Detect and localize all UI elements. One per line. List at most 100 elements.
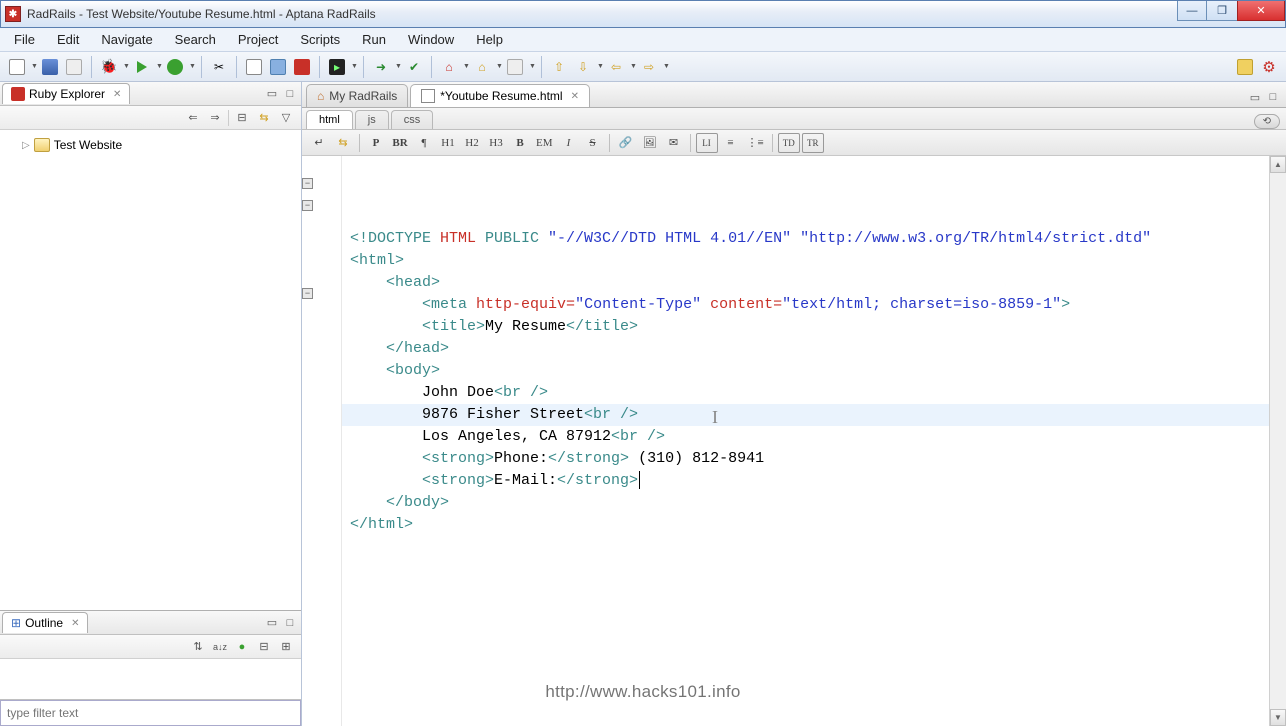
up-arrow-icon[interactable]: ⇧ (548, 56, 570, 78)
h3-button[interactable]: H3 (485, 133, 507, 153)
project-tree[interactable]: ▷ Test Website (0, 130, 301, 610)
outline-tab[interactable]: ⊞ Outline ✕ (2, 612, 88, 633)
li-icon[interactable]: LI (696, 133, 718, 153)
expand-icon[interactable]: ⊞ (277, 638, 295, 656)
code-editor[interactable]: − − − <!DOCTYPE HTML PUBLIC "-//W3C//DTD… (302, 156, 1286, 726)
menu-search[interactable]: Search (165, 29, 226, 50)
link-icon[interactable]: ⇆ (255, 109, 273, 127)
collapse-icon[interactable]: ⊟ (255, 638, 273, 656)
run-button[interactable] (131, 56, 153, 78)
minimize-button[interactable]: — (1177, 1, 1207, 21)
fold-icon[interactable]: − (302, 178, 313, 189)
perspective-icon[interactable] (1234, 56, 1256, 78)
print-button[interactable] (63, 56, 85, 78)
new-button[interactable] (6, 56, 28, 78)
mail-icon[interactable]: ✉ (663, 133, 685, 153)
tr-button[interactable]: TR (802, 133, 824, 153)
expand-icon[interactable]: ▷ (22, 140, 30, 151)
subtab-css[interactable]: css (391, 110, 434, 129)
menu-project[interactable]: Project (228, 29, 288, 50)
close-button[interactable]: ✕ (1237, 1, 1285, 21)
bold-button[interactable]: B (509, 133, 531, 153)
strike-button[interactable]: S (582, 133, 604, 153)
dropdown-icon[interactable]: ▼ (496, 63, 502, 70)
minimize-view-icon[interactable]: ▭ (265, 616, 279, 630)
italic-button[interactable]: I (558, 133, 580, 153)
vertical-scrollbar[interactable]: ▲ ▼ (1269, 156, 1286, 726)
dropdown-icon[interactable]: ▼ (663, 63, 669, 70)
dropdown-icon[interactable]: ▼ (31, 63, 37, 70)
minimize-view-icon[interactable]: ▭ (265, 87, 279, 101)
back-icon[interactable]: ⇦ (605, 56, 627, 78)
pilcrow-button[interactable]: ¶ (413, 133, 435, 153)
project-item[interactable]: ▷ Test Website (6, 136, 295, 154)
dropdown-icon[interactable]: ▼ (597, 63, 603, 70)
image-icon[interactable]: 🖼 (639, 133, 661, 153)
home-yellow-icon[interactable]: ⌂ (471, 56, 493, 78)
menu-scripts[interactable]: Scripts (290, 29, 350, 50)
td-button[interactable]: TD (778, 133, 800, 153)
az-icon[interactable]: a↓z (211, 638, 229, 656)
maximize-view-icon[interactable]: □ (1266, 90, 1280, 104)
fold-icon[interactable]: − (302, 288, 313, 299)
chain-icon[interactable]: 🔗 (615, 133, 637, 153)
fold-icon[interactable]: − (302, 200, 313, 211)
dropdown-icon[interactable]: ▼ (630, 63, 636, 70)
minimize-view-icon[interactable]: ▭ (1248, 90, 1262, 104)
dropdown-icon[interactable]: ▼ (395, 63, 401, 70)
menu-icon[interactable]: ▽ (277, 109, 295, 127)
collapse-icon[interactable]: ⊟ (233, 109, 251, 127)
dropdown-icon[interactable]: ▼ (529, 63, 535, 70)
menu-edit[interactable]: Edit (47, 29, 89, 50)
menu-navigate[interactable]: Navigate (91, 29, 162, 50)
gear-icon[interactable]: ⚙ (1258, 56, 1280, 78)
sort-icon[interactable]: ⇅ (189, 638, 207, 656)
pill-icon[interactable]: ⟲ (1254, 114, 1280, 129)
scroll-up-icon[interactable]: ▲ (1270, 156, 1286, 173)
menu-run[interactable]: Run (352, 29, 396, 50)
maximize-view-icon[interactable]: □ (283, 87, 297, 101)
close-icon[interactable]: ✕ (113, 89, 121, 100)
h2-button[interactable]: H2 (461, 133, 483, 153)
filter-input[interactable] (0, 700, 301, 726)
scissors-icon[interactable]: ✂ (208, 56, 230, 78)
tab-my-radrails[interactable]: ⌂ My RadRails (306, 84, 408, 107)
check-icon[interactable]: ✔ (403, 56, 425, 78)
down-arrow-icon[interactable]: ⇩ (572, 56, 594, 78)
subtab-html[interactable]: html (306, 110, 353, 129)
em-button[interactable]: EM (533, 133, 556, 153)
dropdown-icon[interactable]: ▼ (156, 63, 162, 70)
link-icon[interactable]: ⇆ (332, 133, 354, 153)
dot-icon[interactable]: ● (233, 638, 251, 656)
menu-window[interactable]: Window (398, 29, 464, 50)
wrap-icon[interactable]: ↵ (308, 133, 330, 153)
print2-icon[interactable] (504, 56, 526, 78)
fwd-icon[interactable]: ⇒ (206, 109, 224, 127)
maximize-view-icon[interactable]: □ (283, 616, 297, 630)
tb-doc-icon[interactable] (243, 56, 265, 78)
tb-blue-icon[interactable] (267, 56, 289, 78)
dropdown-icon[interactable]: ▼ (463, 63, 469, 70)
subtab-js[interactable]: js (355, 110, 389, 129)
dropdown-icon[interactable]: ▼ (351, 63, 357, 70)
back-icon[interactable]: ⇐ (184, 109, 202, 127)
close-icon[interactable]: ✕ (571, 91, 579, 102)
tab-youtube-resume[interactable]: *Youtube Resume.html ✕ (410, 84, 590, 107)
debug-button[interactable]: 🐞 (98, 56, 120, 78)
maximize-button[interactable]: ❐ (1207, 1, 1237, 21)
close-icon[interactable]: ✕ (71, 618, 79, 629)
forward-icon[interactable]: ➜ (370, 56, 392, 78)
menu-help[interactable]: Help (466, 29, 513, 50)
tb-red-icon[interactable] (291, 56, 313, 78)
fwd-icon[interactable]: ⇨ (638, 56, 660, 78)
p-button[interactable]: P (365, 133, 387, 153)
save-button[interactable] (39, 56, 61, 78)
ul-icon[interactable]: ⋮≡ (744, 133, 767, 153)
dropdown-icon[interactable]: ▼ (189, 63, 195, 70)
menu-file[interactable]: File (4, 29, 45, 50)
scroll-down-icon[interactable]: ▼ (1270, 709, 1286, 726)
ol-icon[interactable]: ≡ (720, 133, 742, 153)
ruby-explorer-tab[interactable]: Ruby Explorer ✕ (2, 83, 130, 104)
home-red-icon[interactable]: ⌂ (438, 56, 460, 78)
terminal-icon[interactable]: ▸ (326, 56, 348, 78)
